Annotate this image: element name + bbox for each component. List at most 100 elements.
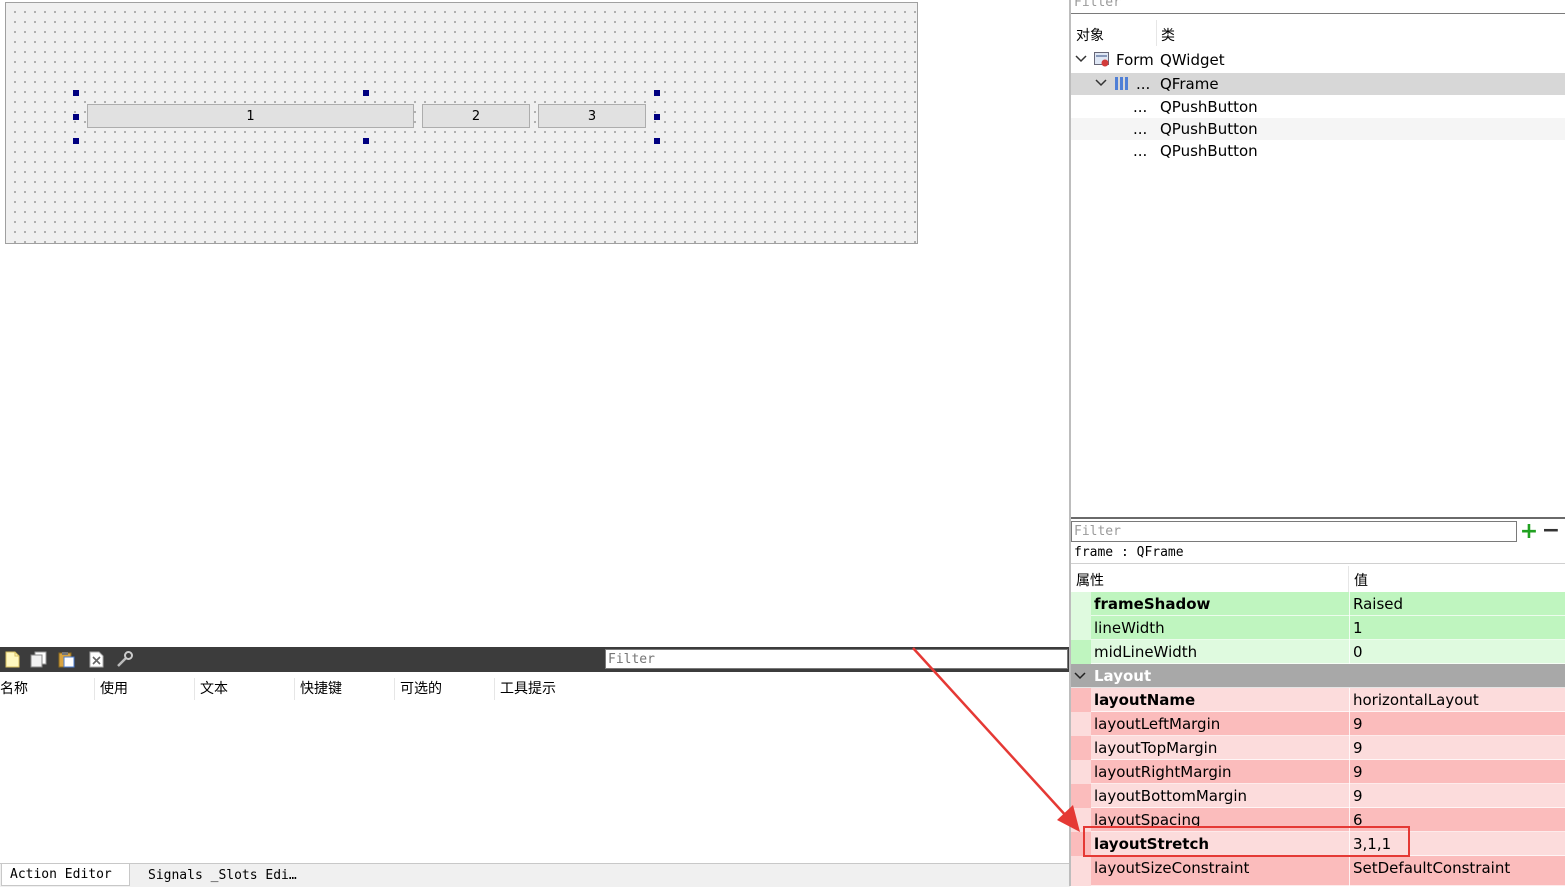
property-filter-input[interactable]: Filter [1071,521,1517,542]
row-gutter [1071,784,1091,808]
column-header-shortcut[interactable]: 快捷键 [295,678,395,700]
tree-object-name: ... [1136,75,1151,93]
column-divider [1349,856,1350,886]
tree-item-pushbutton[interactable]: ... QPushButton [1071,96,1565,118]
tab-signals-slots-editor[interactable]: Signals _Slots Edi… [140,864,325,886]
property-row-layoutleftmargin[interactable]: layoutLeftMargin 9 [1071,712,1565,736]
selection-handle[interactable] [73,90,79,96]
column-divider [1349,616,1350,640]
property-value[interactable]: 9 [1353,715,1363,733]
row-gutter [1071,736,1091,760]
column-header-name[interactable]: 名称 [0,678,95,700]
column-header-used[interactable]: 使用 [95,678,195,700]
row-gutter [1071,712,1091,736]
selection-handle[interactable] [654,90,660,96]
current-object-label: frame : QFrame [1074,545,1184,560]
push-button-2[interactable]: 2 [422,104,530,128]
annotation-highlight-box [1083,826,1410,857]
property-row-layoutbottommargin[interactable]: layoutBottomMargin 9 [1071,784,1565,808]
selection-handle[interactable] [73,114,79,120]
header-object[interactable]: 对象 [1076,25,1104,45]
new-action-icon[interactable] [4,651,22,668]
property-value[interactable]: 9 [1353,763,1363,781]
row-gutter [1071,856,1091,886]
action-list[interactable] [0,700,1070,863]
group-title: Layout [1094,667,1152,685]
property-name: layoutSizeConstraint [1094,859,1250,877]
property-value[interactable]: 0 [1353,643,1363,661]
property-row-linewidth[interactable]: lineWidth 1 [1071,616,1565,640]
property-name: midLineWidth [1094,643,1198,661]
push-button-1[interactable]: 1 [87,104,414,128]
configure-icon[interactable] [116,651,134,668]
push-button-3[interactable]: 3 [538,104,646,128]
widget-icon [1094,52,1109,67]
paste-action-icon[interactable] [58,651,76,668]
property-group-layout[interactable]: Layout [1071,664,1565,688]
property-value[interactable]: 9 [1353,787,1363,805]
header-property[interactable]: 属性 [1076,570,1104,590]
header-class[interactable]: 类 [1161,25,1175,45]
column-divider [1349,712,1350,736]
selection-handle[interactable] [654,114,660,120]
tree-class-name: QPushButton [1160,98,1258,116]
property-name: lineWidth [1094,619,1165,637]
tree-item-frame[interactable]: ... QFrame [1071,73,1565,95]
property-name: layoutName [1094,691,1196,709]
tree-class-name: QWidget [1160,51,1225,69]
property-row-midlinewidth[interactable]: midLineWidth 0 [1071,640,1565,664]
property-row-layoutname[interactable]: layoutName horizontalLayout [1071,688,1565,712]
tree-object-name: ... [1133,120,1148,138]
row-gutter [1071,640,1091,664]
divider [1071,563,1565,564]
column-header-checkable[interactable]: 可选的 [395,678,495,700]
column-divider [1349,640,1350,664]
property-row-layoutrightmargin[interactable]: layoutRightMargin 9 [1071,760,1565,784]
chevron-down-icon[interactable] [1074,671,1086,681]
header-value[interactable]: 值 [1354,570,1368,590]
selection-handle[interactable] [363,138,369,144]
tree-class-name: QPushButton [1160,142,1258,160]
action-filter-input[interactable] [605,649,1068,669]
property-value[interactable]: Raised [1353,595,1403,613]
tree-item-form[interactable]: Form QWidget [1071,49,1565,71]
selection-handle[interactable] [363,90,369,96]
tab-action-editor[interactable]: Action Editor [1,864,130,886]
selection-handle[interactable] [654,138,660,144]
column-header-text[interactable]: 文本 [195,678,295,700]
property-name: layoutLeftMargin [1094,715,1221,733]
tree-object-name: ... [1133,98,1148,116]
selection-handle[interactable] [73,138,79,144]
tree-item-pushbutton[interactable]: ... QPushButton [1071,118,1565,140]
tree-object-name: Form [1116,51,1154,69]
property-name: layoutRightMargin [1094,763,1232,781]
property-row-frameshadow[interactable]: frameShadow Raised [1071,592,1565,616]
row-gutter [1071,688,1091,712]
add-dynamic-property-icon[interactable]: + [1519,521,1539,543]
tree-class-name: QFrame [1160,75,1219,93]
property-name: frameShadow [1094,595,1211,613]
delete-action-icon[interactable] [88,651,106,668]
property-row-layoutsizeconstraint[interactable]: layoutSizeConstraint SetDefaultConstrain… [1071,856,1565,886]
horizontal-splitter[interactable] [1071,517,1565,519]
column-header-tooltip[interactable]: 工具提示 [495,678,595,700]
object-filter-input[interactable]: Filter [1071,0,1565,14]
column-divider [1349,736,1350,760]
chevron-down-icon[interactable] [1095,78,1107,88]
chevron-down-icon[interactable] [1075,54,1087,64]
property-value[interactable]: horizontalLayout [1353,691,1479,709]
copy-action-icon[interactable] [30,651,48,668]
property-value[interactable]: 1 [1353,619,1363,637]
property-value[interactable]: SetDefaultConstraint [1353,859,1510,877]
property-name: layoutTopMargin [1094,739,1218,757]
tree-item-pushbutton[interactable]: ... QPushButton [1071,140,1565,162]
column-divider [1349,688,1350,712]
header-divider [1348,566,1349,592]
row-gutter [1071,760,1091,784]
remove-dynamic-property-icon[interactable]: − [1541,520,1561,542]
column-divider [1349,784,1350,808]
property-name: layoutBottomMargin [1094,787,1248,805]
property-row-layouttopmargin[interactable]: layoutTopMargin 9 [1071,736,1565,760]
property-value[interactable]: 9 [1353,739,1363,757]
horizontal-layout-icon [1115,77,1128,90]
